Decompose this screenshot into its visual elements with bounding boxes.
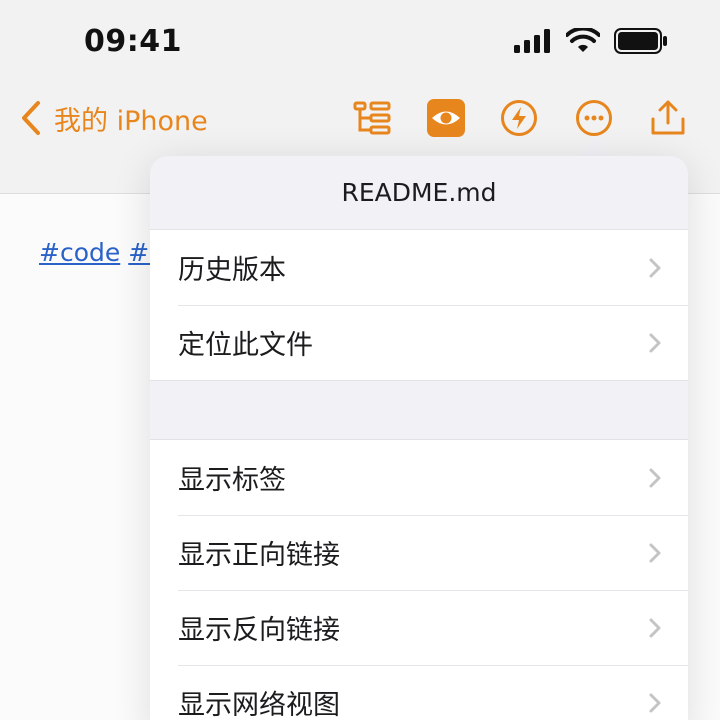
quick-action-button[interactable] [497,96,541,140]
chevron-right-icon [649,258,661,278]
menu-item-show-tags[interactable]: 显示标签 [150,440,688,515]
outline-button[interactable] [350,96,394,140]
menu-item-label: 显示正向链接 [178,540,340,571]
lightning-icon [501,100,537,136]
menu-item-label: 显示标签 [178,465,286,496]
chevron-right-icon [649,333,661,353]
chevron-right-icon [649,468,661,488]
battery-icon [614,28,667,54]
status-icons [514,28,668,54]
tag-link[interactable]: #code [39,238,120,267]
menu-item-label: 历史版本 [178,255,286,286]
outline-icon [353,101,391,135]
more-icon [576,100,612,136]
popover-arrow [578,136,612,156]
menu-group-file: 历史版本 定位此文件 [150,230,688,380]
menu-item-history[interactable]: 历史版本 [150,230,688,305]
status-time: 09:41 [84,24,182,59]
editor-toolbar [0,96,720,140]
menu-item-show-forward-links[interactable]: 显示正向链接 [150,515,688,590]
menu-item-label: 显示反向链接 [178,615,340,646]
cellular-signal-icon [514,29,550,53]
more-menu-popover: README.md 历史版本 定位此文件 显示标签 显示正向链接 显示反向链接 … [150,156,688,720]
popover-title: README.md [150,156,688,230]
chevron-right-icon [649,543,661,563]
preview-button[interactable] [424,96,468,140]
share-icon [651,100,685,135]
status-bar: 09:41 [0,0,720,84]
menu-group-view: 显示标签 显示正向链接 显示反向链接 显示网络视图 [150,440,688,720]
menu-item-locate-file[interactable]: 定位此文件 [150,305,688,380]
chevron-right-icon [649,693,661,713]
menu-item-show-graph-view[interactable]: 显示网络视图 [150,665,688,720]
chevron-right-icon [649,618,661,638]
more-button[interactable] [572,96,616,140]
menu-item-label: 定位此文件 [178,330,313,361]
menu-item-label: 显示网络视图 [178,690,340,720]
menu-item-show-backlinks[interactable]: 显示反向链接 [150,590,688,665]
share-button[interactable] [646,96,690,140]
menu-group-separator [150,380,688,440]
wifi-icon [566,28,600,52]
preview-eye-icon [427,99,465,137]
